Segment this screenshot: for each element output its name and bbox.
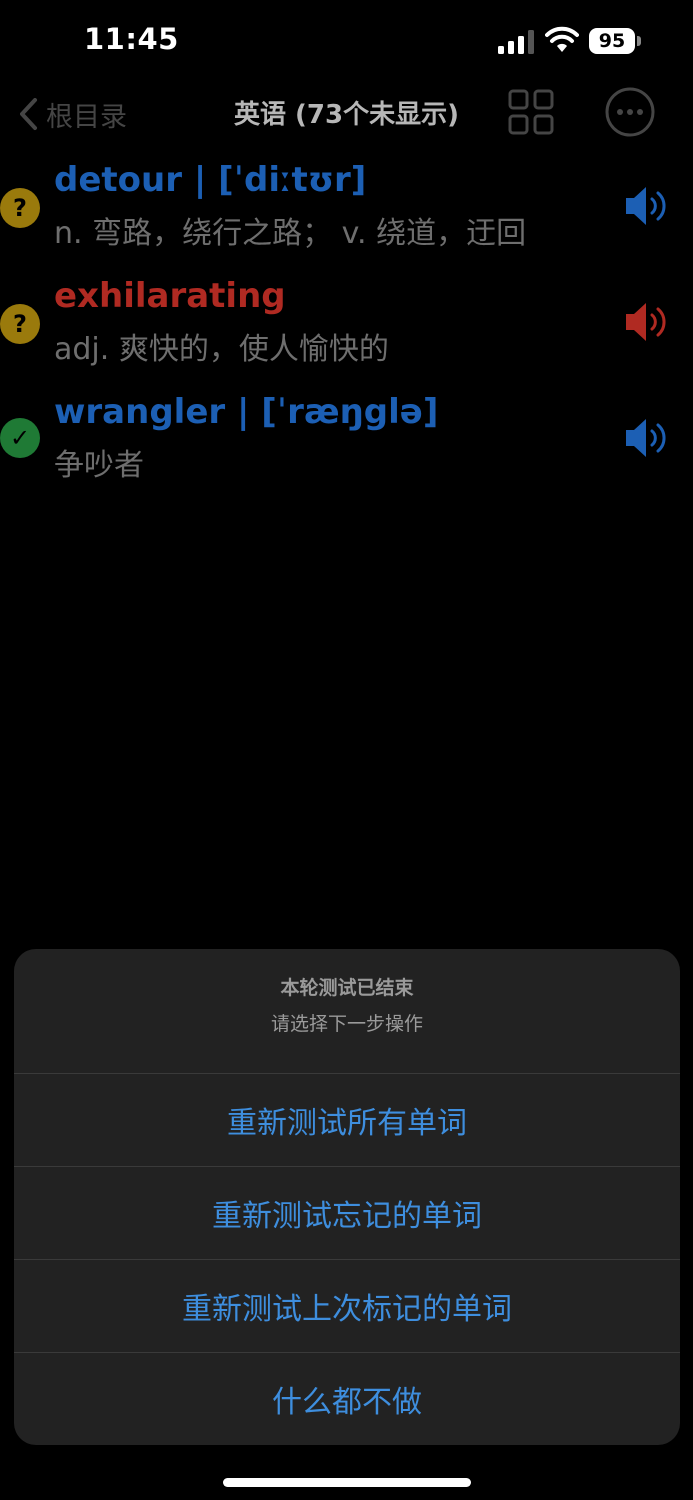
do-nothing-button[interactable]: 什么都不做 xyxy=(14,1352,680,1445)
wifi-icon xyxy=(545,26,579,52)
word-definition: adj. 爽快的，使人愉快的 xyxy=(54,332,389,367)
word-row[interactable]: ✓ wrangler | [ˈræŋglə] 争吵者 xyxy=(0,392,693,502)
word-definition: n. 弯路，绕行之路； v. 绕道，迂回 xyxy=(54,216,527,251)
speaker-icon[interactable] xyxy=(624,416,670,460)
home-indicator[interactable] xyxy=(223,1478,471,1487)
word-definition: 争吵者 xyxy=(54,448,144,483)
word-row[interactable]: ? exhilarating adj. 爽快的，使人愉快的 xyxy=(0,276,693,386)
word-row[interactable]: ? detour | [ˈdiːtʊr] n. 弯路，绕行之路； v. 绕道，迂… xyxy=(0,160,693,270)
battery-icon: 95 xyxy=(589,28,641,54)
word-headword: exhilarating xyxy=(54,276,286,316)
chevron-left-icon xyxy=(20,98,37,130)
status-bar: 11:45 95 xyxy=(0,0,693,84)
unknown-status-icon[interactable]: ? xyxy=(0,304,40,344)
action-sheet-header: 本轮测试已结束 请选择下一步操作 xyxy=(14,949,680,1073)
page-title: 英语 (73个未显示) xyxy=(234,100,459,130)
speaker-icon[interactable] xyxy=(624,300,670,344)
battery-level: 95 xyxy=(598,30,626,52)
retest-forgotten-button[interactable]: 重新测试忘记的单词 xyxy=(14,1166,680,1259)
action-sheet-subtitle: 请选择下一步操作 xyxy=(270,1013,423,1035)
retest-all-button[interactable]: 重新测试所有单词 xyxy=(14,1073,680,1166)
unknown-status-icon[interactable]: ? xyxy=(0,188,40,228)
action-sheet: 本轮测试已结束 请选择下一步操作 重新测试所有单词 重新测试忘记的单词 重新测试… xyxy=(14,949,680,1445)
checkmark-status-icon[interactable]: ✓ xyxy=(0,418,40,458)
word-headword: wrangler | [ˈræŋglə] xyxy=(54,392,439,432)
grid-icon[interactable] xyxy=(507,88,555,136)
status-time: 11:45 xyxy=(84,22,179,56)
back-label: 根目录 xyxy=(46,101,127,133)
action-sheet-title: 本轮测试已结束 xyxy=(280,977,414,999)
back-button[interactable]: 根目录 xyxy=(18,92,127,136)
word-headword: detour | [ˈdiːtʊr] xyxy=(54,160,367,200)
speaker-icon[interactable] xyxy=(624,184,670,228)
navigation-bar: 根目录 英语 (73个未显示) xyxy=(0,84,693,144)
signal-icon xyxy=(498,30,534,54)
more-icon[interactable] xyxy=(604,86,656,138)
retest-marked-button[interactable]: 重新测试上次标记的单词 xyxy=(14,1259,680,1352)
